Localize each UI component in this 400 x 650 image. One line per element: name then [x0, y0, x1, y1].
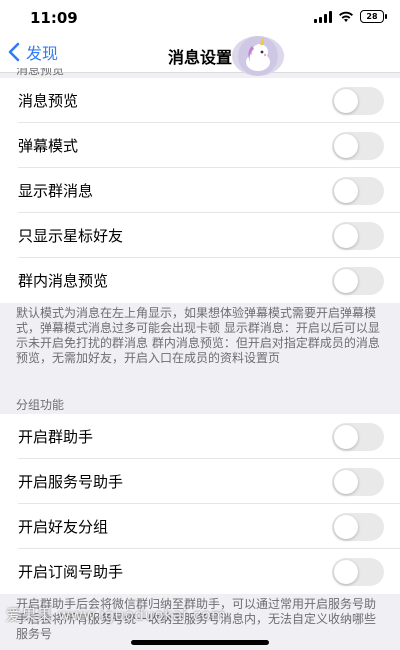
toggle-knob: [334, 268, 358, 293]
row-friend-grouping: 开启好友分组: [0, 504, 400, 549]
row-label: 群内消息预览: [18, 272, 109, 290]
row-label: 开启订阅号助手: [18, 563, 124, 581]
row-label: 开启服务号助手: [18, 473, 124, 491]
toggle-knob: [334, 424, 358, 449]
toggle-knob: [334, 223, 358, 248]
toggle-message-preview[interactable]: [332, 86, 384, 115]
row-label: 显示群消息: [18, 182, 94, 200]
toggle-knob: [334, 88, 358, 113]
row-subscription-assistant: 开启订阅号助手: [0, 549, 400, 594]
signal-icon: [314, 10, 332, 23]
toggle-knob: [334, 469, 358, 494]
wifi-icon: [339, 11, 353, 22]
status-time: 11:09: [30, 9, 78, 27]
row-label: 弹幕模式: [18, 137, 79, 155]
row-label: 开启好友分组: [18, 518, 109, 536]
row-group-assistant: 开启群助手: [0, 414, 400, 459]
row-label: 只显示星标好友: [18, 227, 124, 245]
toggle-service-account-assistant[interactable]: [332, 467, 384, 496]
row-label: 开启群助手: [18, 428, 94, 446]
toggle-knob: [334, 133, 358, 158]
battery-icon: 28: [360, 10, 387, 23]
toggle-group-assistant[interactable]: [332, 422, 384, 451]
home-indicator: [131, 640, 269, 645]
toggle-knob: [334, 514, 358, 539]
section-header-grouping: 分组功能: [16, 398, 65, 412]
avatar[interactable]: [232, 36, 284, 76]
toggle-starred-friends-only[interactable]: [332, 221, 384, 250]
toggle-knob: [334, 559, 358, 584]
toggle-friend-grouping[interactable]: [332, 512, 384, 541]
unicorn-avatar-icon: [238, 36, 278, 76]
toggle-subscription-assistant[interactable]: [332, 557, 384, 586]
page-title: 消息设置: [167, 48, 232, 67]
row-message-preview: 消息预览: [0, 78, 400, 123]
section-header-partial: 消息预览: [16, 68, 65, 76]
toggle-group-message-preview[interactable]: [332, 266, 384, 295]
row-service-account-assistant: 开启服务号助手: [0, 459, 400, 504]
status-bar: 11:09 28: [0, 0, 400, 36]
row-danmaku-mode: 弹幕模式: [0, 123, 400, 168]
watermark: 爱果果 www.iguoduokai.com: [6, 606, 227, 624]
row-group-message-preview: 群内消息预览: [0, 258, 400, 303]
row-label: 消息预览: [18, 92, 79, 110]
toggle-knob: [334, 178, 358, 203]
toggle-danmaku-mode[interactable]: [332, 131, 384, 160]
section-note: 默认模式为消息在左上角显示，如果想体验弹幕模式需要开启弹幕模式，弹幕模式消息过多…: [16, 306, 380, 365]
row-show-group-messages: 显示群消息: [0, 168, 400, 213]
status-icons: 28: [314, 10, 387, 23]
row-starred-friends-only: 只显示星标好友: [0, 213, 400, 258]
toggle-show-group-messages[interactable]: [332, 176, 384, 205]
